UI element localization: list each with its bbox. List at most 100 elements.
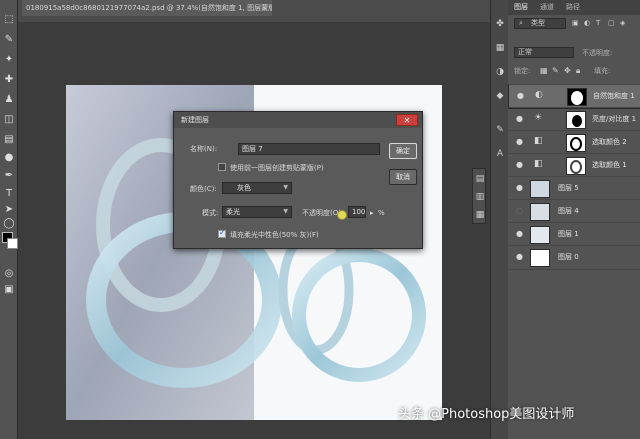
tab-paths[interactable]: 路径 xyxy=(566,2,580,12)
mini-panel-strip[interactable]: ▤ ▥ ▦ xyxy=(472,168,486,224)
filter-pixel-icon[interactable]: ▣ xyxy=(572,19,579,27)
ok-button[interactable]: 确定 xyxy=(389,143,417,159)
layer-row[interactable]: ● ◧ 选取颜色 2 xyxy=(508,130,640,154)
opacity-stepper-icon[interactable]: ▸ xyxy=(370,208,374,218)
background-color-swatch[interactable] xyxy=(7,238,18,249)
fill-neutral-label: 填充柔光中性色(50% 灰)(F) xyxy=(230,231,319,239)
layer-row[interactable]: ○ 图层 4 xyxy=(508,199,640,223)
cancel-button[interactable]: 取消 xyxy=(389,169,417,185)
close-tab-icon[interactable]: × xyxy=(262,0,268,16)
tab-layers[interactable]: 图层 xyxy=(514,2,528,12)
lock-pixels-icon[interactable]: ▦ xyxy=(540,66,548,75)
layer-name: 选取颜色 1 xyxy=(592,161,627,169)
filter-shape-icon[interactable]: ▢ xyxy=(608,19,615,27)
layer-name: 选取颜色 2 xyxy=(592,138,627,146)
layer-thumbnail xyxy=(530,203,550,221)
layer-name: 图层 4 xyxy=(558,207,579,215)
kind-filter-value: 类型 xyxy=(531,19,545,27)
layer-mask-thumbnail[interactable] xyxy=(566,111,586,129)
gradient-icon[interactable]: ▤ xyxy=(3,134,15,146)
layer-mask-thumbnail[interactable] xyxy=(566,134,586,152)
layers-panel: 图层 通道 路径 ⌕ 类型 ▣ ◐ T ▢ ◈ 正常 不透明度: 锁定: ▦ ✎… xyxy=(508,0,640,439)
rect-marquee-icon[interactable]: ⬚ xyxy=(3,14,15,26)
filter-row: ⌕ 类型 ▣ ◐ T ▢ ◈ xyxy=(508,17,640,31)
layer-row[interactable]: ● ☀ 亮度/对比度 1 xyxy=(508,107,640,131)
lock-paint-icon[interactable]: ✎ xyxy=(552,66,559,75)
kind-filter-select[interactable]: ⌕ 类型 xyxy=(514,18,566,29)
dodge-icon[interactable]: ● xyxy=(3,152,15,164)
layer-row[interactable]: ● 图层 0 xyxy=(508,245,640,270)
pen-icon[interactable]: ✒ xyxy=(3,170,15,182)
layer-name: 亮度/对比度 1 xyxy=(592,115,637,123)
quick-mask-icon[interactable]: ◎ xyxy=(3,268,15,280)
tab-channels[interactable]: 通道 xyxy=(540,2,554,12)
chevron-down-icon: ▼ xyxy=(283,184,288,191)
brightness-adjustment-icon: ☀ xyxy=(534,113,543,123)
layer-thumbnail xyxy=(530,226,550,244)
visibility-eye-icon[interactable]: ● xyxy=(516,137,523,146)
clone-stamp-icon[interactable]: ♟ xyxy=(3,94,15,106)
color-select[interactable]: 灰色 ▼ xyxy=(222,182,292,194)
healing-icon[interactable]: ✚ xyxy=(3,74,15,86)
layer-name: 图层 0 xyxy=(558,253,579,261)
history-icon[interactable]: ▤ xyxy=(474,173,486,185)
visibility-eye-icon[interactable]: ● xyxy=(516,229,523,238)
document-tab[interactable]: 0180915a58d0c8680121977074a2.psd @ 37.4%… xyxy=(22,0,272,16)
lock-all-icon[interactable]: 🔒︎ xyxy=(576,66,580,76)
filter-adjust-icon[interactable]: ◐ xyxy=(584,19,590,27)
styles-icon[interactable]: ◆ xyxy=(494,90,506,102)
layer-opacity-label: 不透明度: xyxy=(582,49,613,57)
fill-neutral-checkbox[interactable] xyxy=(218,228,226,238)
swatches-icon[interactable]: ▦ xyxy=(494,42,506,54)
properties-icon[interactable]: ▥ xyxy=(474,191,486,203)
visibility-eye-icon[interactable]: ● xyxy=(516,252,523,261)
opacity-input[interactable]: 100 xyxy=(348,206,366,218)
visibility-eye-icon[interactable]: ● xyxy=(516,114,523,123)
character-icon[interactable]: A xyxy=(494,148,506,160)
layer-mask-thumbnail[interactable] xyxy=(567,88,587,106)
visibility-eye-icon[interactable]: ● xyxy=(516,183,523,192)
filter-type-icon[interactable]: T xyxy=(596,19,600,27)
layer-thumbnail xyxy=(530,249,550,267)
color-panel-icon[interactable]: ✤ xyxy=(494,18,506,30)
brush-icon[interactable]: ✦ xyxy=(3,54,15,66)
eraser-icon[interactable]: ◫ xyxy=(3,114,15,126)
search-icon: ⌕ xyxy=(519,19,523,27)
layer-row[interactable]: ● ◐ 自然饱和度 1 xyxy=(508,84,640,109)
filter-smart-icon[interactable]: ◈ xyxy=(620,19,625,27)
visibility-eye-icon[interactable]: ● xyxy=(517,91,524,101)
adjustments-icon[interactable]: ◑ xyxy=(494,66,506,78)
type-icon[interactable]: T xyxy=(3,188,15,200)
lock-label: 锁定: xyxy=(514,67,531,75)
clip-mask-checkbox[interactable] xyxy=(218,163,226,171)
lock-row: 锁定: ▦ ✎ ✥ 🔒︎ 填充: xyxy=(508,64,640,78)
layer-name: 图层 1 xyxy=(558,230,579,238)
close-icon[interactable]: ✕ xyxy=(396,114,418,126)
mode-select[interactable]: 柔光 ▼ xyxy=(222,206,292,218)
layer-row[interactable]: ● 图层 1 xyxy=(508,222,640,246)
lasso-icon[interactable]: ✎ xyxy=(3,34,15,46)
blend-row: 正常 不透明度: xyxy=(508,46,640,60)
layer-name-input[interactable]: 图层 7 xyxy=(238,143,380,155)
visibility-hidden-icon[interactable]: ○ xyxy=(516,206,523,215)
ellipse-icon[interactable]: ◯ xyxy=(3,218,15,230)
layer-name: 图层 5 xyxy=(558,184,579,192)
brush-presets-icon[interactable]: ✎ xyxy=(494,124,506,136)
lock-move-icon[interactable]: ✥ xyxy=(564,66,571,75)
selective-color-icon: ◧ xyxy=(534,159,543,169)
layer-row[interactable]: ● 图层 5 xyxy=(508,176,640,200)
info-icon[interactable]: ▦ xyxy=(474,209,486,221)
panel-tabs: 图层 通道 路径 xyxy=(508,0,640,15)
layer-row[interactable]: ● ◧ 选取颜色 1 xyxy=(508,153,640,177)
layer-thumbnail xyxy=(530,180,550,198)
new-layer-dialog: 新建图层 ✕ 名称(N): 图层 7 使用前一图层创建剪贴蒙版(P) 颜色(C)… xyxy=(173,111,423,249)
screen-mode-icon[interactable]: ▣ xyxy=(3,284,15,296)
layer-mask-thumbnail[interactable] xyxy=(566,157,586,175)
color-label: 颜色(C): xyxy=(190,185,217,193)
path-select-icon[interactable]: ➤ xyxy=(3,204,15,216)
blend-mode-select[interactable]: 正常 xyxy=(514,47,574,58)
visibility-eye-icon[interactable]: ● xyxy=(516,160,523,169)
mode-select-value: 柔光 xyxy=(226,208,240,216)
name-label: 名称(N): xyxy=(190,145,218,153)
document-tab-title: 0180915a58d0c8680121977074a2.psd @ 37.4%… xyxy=(26,4,272,12)
